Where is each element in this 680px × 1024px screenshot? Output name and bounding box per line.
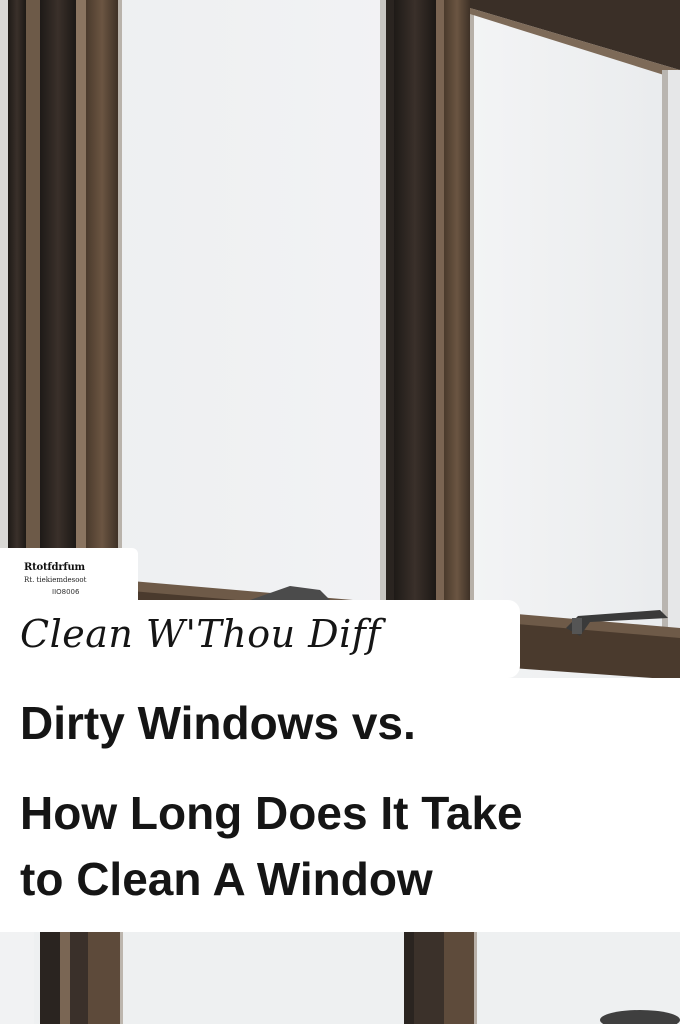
brand-logo: Rtotfdrfum Rt. tiekiemdesoot IIO8006: [0, 548, 138, 604]
pin-graphic: Rtotfdrfum Rt. tiekiemdesoot IIO8006 Cle…: [0, 0, 680, 1024]
headline-line-3: to Clean A Window: [20, 853, 433, 905]
subtitle-tag: Clean W'Thou Diff: [0, 600, 520, 678]
window-frame-illustration-bottom: [0, 932, 680, 1024]
logo-tagline: Rt. tiekiemdesoot: [24, 576, 87, 584]
logo-code: IIO8006: [52, 588, 80, 596]
title-panel: Dirty Windows vs. How Long Does It Take …: [0, 678, 680, 932]
headline-line-2: How Long Does It Take: [20, 787, 523, 839]
window-photo-bottom: [0, 932, 680, 1024]
logo-name: Rtotfdrfum: [24, 562, 85, 573]
headline-line-1: Dirty Windows vs.: [20, 697, 416, 749]
subtitle-text: Clean W'Thou Diff: [20, 612, 381, 656]
